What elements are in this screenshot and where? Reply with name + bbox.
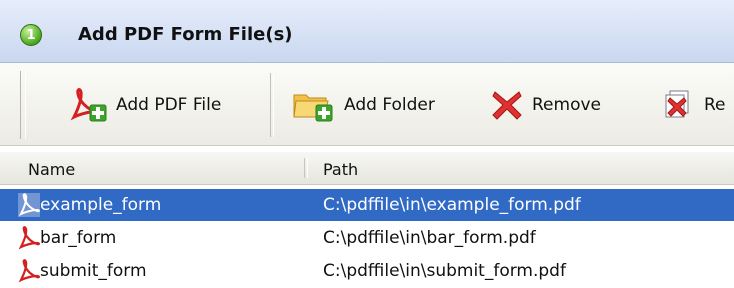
add-pdf-file-button[interactable]: Add PDF File — [68, 85, 221, 125]
add-pdf-file-label: Add PDF File — [116, 95, 222, 115]
pages-remove-icon — [662, 88, 696, 122]
column-header-name[interactable]: Name — [28, 160, 75, 179]
toolbar: Add PDF File Add Folder Remove Re — [0, 63, 734, 146]
remove-all-button[interactable]: Re — [662, 85, 726, 125]
row-path: C:\pdffile\in\bar_form.pdf — [323, 228, 536, 248]
add-folder-label: Add Folder — [344, 95, 435, 115]
red-x-icon — [490, 88, 524, 122]
row-name: bar_form — [40, 228, 117, 248]
row-name: example_form — [40, 195, 162, 215]
list-header: Name Path — [0, 152, 734, 185]
table-row[interactable]: bar_form C:\pdffile\in\bar_form.pdf — [0, 222, 734, 254]
row-path: C:\pdffile\in\example_form.pdf — [323, 195, 581, 215]
toolbar-grip[interactable] — [20, 71, 26, 139]
table-row[interactable]: submit_form C:\pdffile\in\submit_form.pd… — [0, 255, 734, 287]
remove-label: Remove — [532, 95, 601, 115]
pdf-file-icon — [18, 259, 40, 288]
step-one-icon: 1 — [20, 24, 42, 46]
toolbar-separator — [270, 73, 274, 137]
remove-button[interactable]: Remove — [490, 85, 601, 125]
column-header-path[interactable]: Path — [323, 160, 358, 179]
section-header: 1 Add PDF Form File(s) — [0, 0, 734, 63]
table-row[interactable]: example_form C:\pdffile\in\example_form.… — [0, 189, 734, 221]
folder-add-icon — [292, 87, 336, 123]
row-path: C:\pdffile\in\submit_form.pdf — [323, 261, 566, 281]
row-name: submit_form — [40, 261, 147, 281]
column-divider[interactable] — [304, 158, 308, 178]
pdf-file-icon — [18, 226, 40, 255]
section-title: Add PDF Form File(s) — [78, 24, 293, 45]
pdf-add-icon — [68, 87, 108, 123]
pdf-file-icon — [18, 193, 40, 222]
add-folder-button[interactable]: Add Folder — [292, 85, 435, 125]
remove-all-label: Re — [704, 95, 726, 115]
